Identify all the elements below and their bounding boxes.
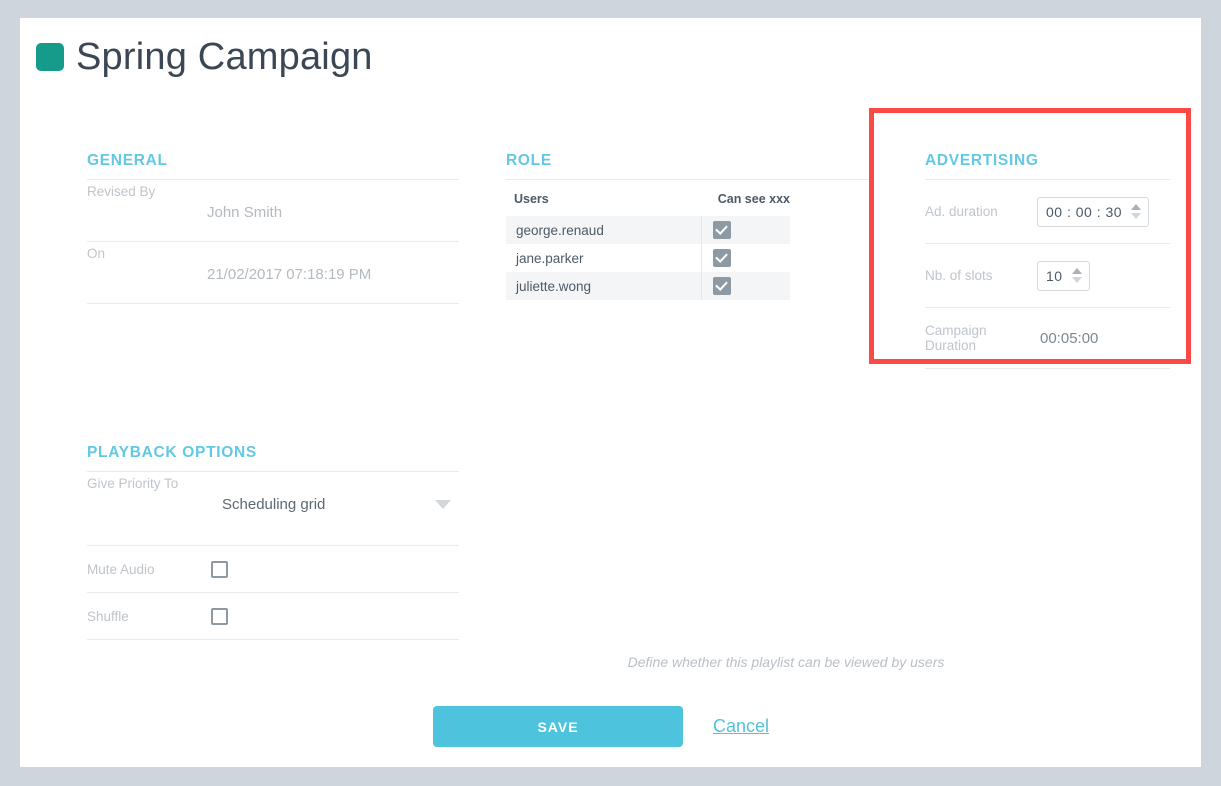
- revised-on-value: 21/02/2017 07:18:19 PM: [207, 266, 372, 283]
- nb-of-slots-row: Nb. of slots 10: [925, 244, 1170, 308]
- role-section-divider: [506, 179, 878, 180]
- revised-by-row: Revised By John Smith: [87, 180, 459, 242]
- give-priority-to-row[interactable]: Give Priority To Scheduling grid: [87, 472, 459, 546]
- shuffle-label: Shuffle: [87, 608, 129, 624]
- save-button[interactable]: SAVE: [433, 706, 683, 747]
- user-name-cell: george.renaud: [506, 216, 702, 244]
- revised-on-label: On: [87, 246, 106, 261]
- give-priority-to-value: Scheduling grid: [222, 496, 326, 513]
- role-users-table: Users Can see xxx george.renaud jane.par…: [506, 188, 790, 300]
- revised-by-label: Revised By: [87, 184, 156, 199]
- advertising-section-title: ADVERTISING: [925, 152, 1039, 169]
- campaign-detail-card: Spring Campaign GENERAL Revised By John …: [20, 18, 1201, 767]
- nb-of-slots-label: Nb. of slots: [925, 268, 993, 283]
- ad-duration-stepper[interactable]: 00 : 00 : 30: [1037, 196, 1150, 227]
- ad-duration-label: Ad. duration: [925, 204, 998, 219]
- campaign-color-swatch-icon: [36, 43, 64, 71]
- playback-options-section-title: PLAYBACK OPTIONS: [87, 444, 257, 461]
- page-title-text: Spring Campaign: [76, 36, 373, 78]
- give-priority-to-label: Give Priority To: [87, 476, 179, 491]
- role-hint-text: Define whether this playlist can be view…: [627, 654, 945, 670]
- caret-down-icon[interactable]: [1131, 213, 1142, 219]
- advertising-highlight-box: ADVERTISING Ad. duration 00 : 00 : 30 Nb…: [869, 108, 1191, 369]
- mute-audio-row[interactable]: Mute Audio: [87, 546, 459, 593]
- campaign-duration-value: 00:05:00: [1040, 329, 1099, 347]
- caret-up-icon[interactable]: [1131, 204, 1142, 210]
- caret-up-icon[interactable]: [1071, 268, 1082, 274]
- table-row: juliette.wong: [506, 272, 790, 300]
- playback-options-section: PLAYBACK OPTIONS Give Priority To Schedu…: [87, 444, 459, 640]
- table-row: jane.parker: [506, 244, 790, 272]
- page-title: Spring Campaign: [36, 38, 373, 76]
- mute-audio-label: Mute Audio: [87, 561, 155, 577]
- general-section-title: GENERAL: [87, 152, 168, 169]
- table-row: george.renaud: [506, 216, 790, 244]
- column-header-can-see: Can see xxx: [717, 192, 790, 206]
- shuffle-row[interactable]: Shuffle: [87, 593, 459, 640]
- form-actions: SAVE Cancel: [433, 706, 769, 747]
- user-name-cell: juliette.wong: [506, 272, 702, 300]
- column-header-users: Users: [514, 192, 549, 206]
- mute-audio-checkbox[interactable]: [211, 560, 228, 578]
- can-see-cell[interactable]: [701, 216, 790, 244]
- nb-of-slots-arrows[interactable]: [1069, 262, 1089, 290]
- nb-of-slots-value[interactable]: 10: [1038, 262, 1069, 290]
- can-see-cell[interactable]: [701, 272, 790, 300]
- can-see-checkbox[interactable]: [713, 249, 732, 267]
- table-header-row: Users Can see xxx: [506, 188, 790, 216]
- can-see-checkbox[interactable]: [713, 221, 732, 239]
- can-see-checkbox[interactable]: [713, 277, 732, 295]
- ad-duration-row: Ad. duration 00 : 00 : 30: [925, 180, 1170, 244]
- role-section: ROLE Users Can see xxx george.renaud jan…: [506, 152, 878, 300]
- general-section: GENERAL Revised By John Smith On 21/02/2…: [87, 152, 459, 304]
- advertising-section: ADVERTISING Ad. duration 00 : 00 : 30 Nb…: [925, 152, 1170, 369]
- revised-by-value: John Smith: [207, 204, 283, 221]
- shuffle-checkbox[interactable]: [211, 607, 228, 625]
- campaign-duration-label: Campaign Duration: [925, 323, 987, 353]
- campaign-duration-row: Campaign Duration 00:05:00: [925, 308, 1170, 369]
- cancel-link[interactable]: Cancel: [713, 716, 769, 737]
- revised-on-row: On 21/02/2017 07:18:19 PM: [87, 242, 459, 304]
- ad-duration-value[interactable]: 00 : 00 : 30: [1038, 198, 1128, 226]
- nb-of-slots-stepper[interactable]: 10: [1037, 260, 1090, 291]
- user-name-cell: jane.parker: [516, 250, 584, 266]
- caret-down-icon[interactable]: [1071, 277, 1082, 283]
- chevron-down-icon[interactable]: [435, 500, 451, 509]
- ad-duration-arrows[interactable]: [1128, 198, 1148, 226]
- role-section-title: ROLE: [506, 152, 552, 169]
- can-see-cell[interactable]: [701, 244, 790, 272]
